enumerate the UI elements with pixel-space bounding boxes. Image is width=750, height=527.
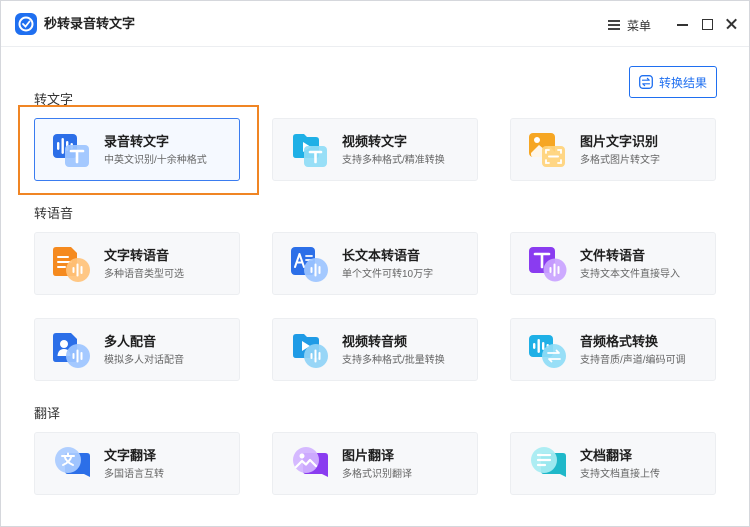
card-subtitle: 支持多种格式/精准转换 bbox=[342, 155, 445, 166]
card-title: 多人配音 bbox=[104, 334, 157, 349]
card-subtitle: 支持文档直接上传 bbox=[580, 469, 660, 480]
minimize-button[interactable] bbox=[674, 15, 692, 33]
app-window: 秒转录音转文字 菜单 转换结果 转文字 录音转文字 中英文识别/十余种格式 视频… bbox=[0, 0, 750, 527]
section-title-translate: 翻译 bbox=[34, 406, 61, 421]
menu-label: 菜单 bbox=[627, 18, 652, 33]
card-title: 文字翻译 bbox=[104, 448, 157, 463]
card-file-to-speech[interactable]: 文件转语音 支持文本文件直接导入 bbox=[510, 232, 716, 295]
conversion-results-button[interactable]: 转换结果 bbox=[629, 66, 717, 98]
audio-format-convert-icon bbox=[529, 335, 566, 368]
image-translate-icon bbox=[293, 447, 328, 477]
image-ocr-icon bbox=[529, 133, 565, 167]
card-title: 文字转语音 bbox=[104, 248, 170, 263]
app-title: 秒转录音转文字 bbox=[44, 16, 136, 31]
text-to-speech-icon bbox=[53, 247, 90, 282]
swap-icon bbox=[639, 75, 653, 89]
card-subtitle: 单个文件可转10万字 bbox=[342, 269, 434, 280]
card-title: 文档翻译 bbox=[580, 448, 633, 463]
video-to-text-icon bbox=[293, 134, 327, 167]
card-subtitle: 支持多种格式/批量转换 bbox=[342, 355, 445, 366]
text-translate-icon bbox=[55, 447, 90, 477]
card-subtitle: 多国语言互转 bbox=[104, 469, 164, 480]
card-audio-format-convert[interactable]: 音频格式转换 支持音质/声道/编码可调 bbox=[510, 318, 716, 381]
card-image-translate[interactable]: 图片翻译 多格式识别翻译 bbox=[272, 432, 478, 495]
maximize-button[interactable] bbox=[698, 15, 716, 33]
app-logo-icon bbox=[15, 13, 37, 35]
card-subtitle: 多格式图片转文字 bbox=[580, 155, 660, 166]
long-text-to-speech-icon bbox=[291, 247, 328, 282]
card-document-translate[interactable]: 文档翻译 支持文档直接上传 bbox=[510, 432, 716, 495]
card-title: 文件转语音 bbox=[580, 248, 646, 263]
card-title: 视频转文字 bbox=[342, 134, 408, 149]
audio-to-text-icon bbox=[53, 134, 89, 167]
title-bar: 秒转录音转文字 菜单 bbox=[1, 1, 749, 47]
card-subtitle: 支持音质/声道/编码可调 bbox=[580, 355, 686, 366]
multi-voice-dubbing-icon bbox=[53, 333, 90, 368]
card-video-to-text[interactable]: 视频转文字 支持多种格式/精准转换 bbox=[272, 118, 478, 181]
menu-button[interactable]: 菜单 bbox=[608, 15, 651, 35]
section-title-to-speech: 转语音 bbox=[34, 206, 74, 221]
conversion-results-label: 转换结果 bbox=[658, 75, 707, 90]
card-subtitle: 模拟多人对话配音 bbox=[104, 355, 184, 366]
card-subtitle: 中英文识别/十余种格式 bbox=[104, 155, 207, 166]
card-text-translate[interactable]: 文字翻译 多国语言互转 bbox=[34, 432, 240, 495]
card-subtitle: 多种语音类型可选 bbox=[104, 269, 184, 280]
card-title: 视频转音频 bbox=[342, 334, 408, 349]
card-title: 图片文字识别 bbox=[580, 134, 659, 149]
file-to-speech-icon bbox=[529, 247, 567, 282]
card-subtitle: 支持文本文件直接导入 bbox=[580, 269, 680, 280]
card-long-text-to-speech[interactable]: 长文本转语音 单个文件可转10万字 bbox=[272, 232, 478, 295]
card-subtitle: 多格式识别翻译 bbox=[342, 469, 412, 480]
card-title: 录音转文字 bbox=[104, 134, 170, 149]
card-title: 图片翻译 bbox=[342, 448, 395, 463]
menu-icon bbox=[608, 19, 620, 31]
close-button[interactable] bbox=[723, 15, 741, 33]
section-title-to-text: 转文字 bbox=[34, 92, 74, 107]
video-to-audio-icon bbox=[293, 334, 328, 368]
card-image-ocr[interactable]: 图片文字识别 多格式图片转文字 bbox=[510, 118, 716, 181]
document-translate-icon bbox=[531, 447, 566, 477]
card-audio-to-text[interactable]: 录音转文字 中英文识别/十余种格式 bbox=[34, 118, 240, 181]
card-title: 音频格式转换 bbox=[580, 334, 659, 349]
card-title: 长文本转语音 bbox=[342, 248, 421, 263]
card-video-to-audio[interactable]: 视频转音频 支持多种格式/批量转换 bbox=[272, 318, 478, 381]
card-multi-voice-dubbing[interactable]: 多人配音 模拟多人对话配音 bbox=[34, 318, 240, 381]
card-text-to-speech[interactable]: 文字转语音 多种语音类型可选 bbox=[34, 232, 240, 295]
